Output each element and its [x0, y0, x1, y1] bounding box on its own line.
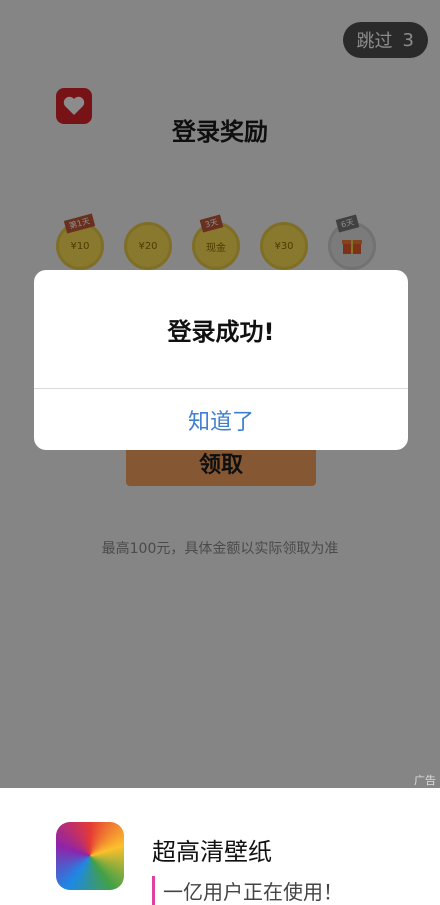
wallpaper-app-icon: [56, 822, 124, 890]
dialog-ok-button[interactable]: 知道了: [34, 389, 408, 450]
login-success-dialog: 登录成功! 知道了: [34, 270, 408, 450]
promo-app-name: 超高清壁纸: [152, 838, 272, 866]
promo-banner[interactable]: 超高清壁纸 一亿用户正在使用！: [0, 788, 440, 905]
dialog-message: 登录成功!: [34, 270, 408, 389]
ad-mark: 广告: [414, 774, 436, 787]
promo-subtitle: 一亿用户正在使用！: [152, 876, 343, 905]
